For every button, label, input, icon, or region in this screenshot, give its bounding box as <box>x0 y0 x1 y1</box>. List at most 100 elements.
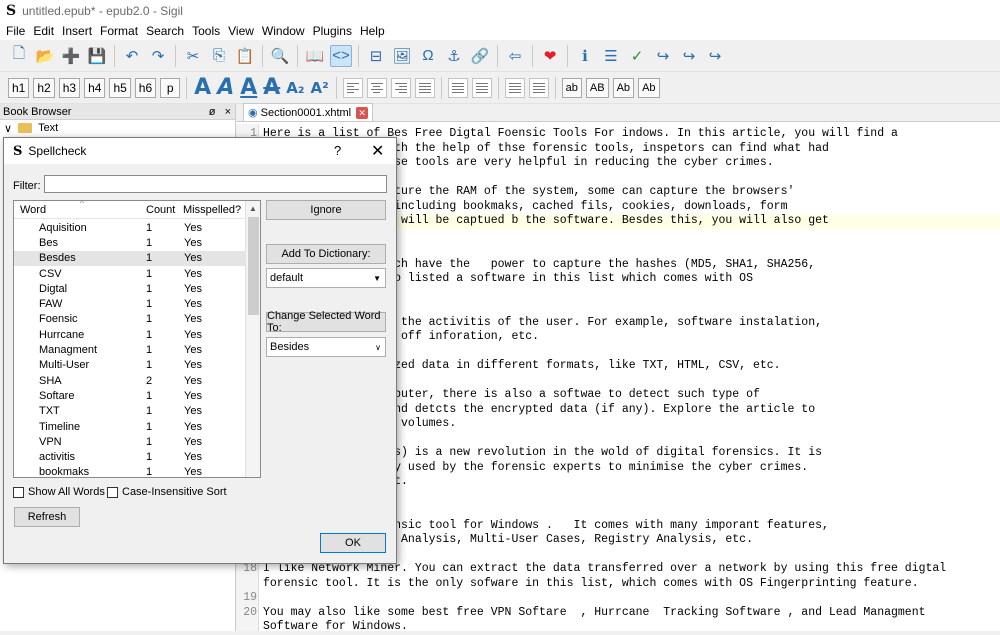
plugin-run-icon-3[interactable]: ↪ <box>704 45 726 67</box>
ignore-button[interactable]: Ignore <box>266 200 386 220</box>
menu-plugins[interactable]: Plugins <box>313 24 352 38</box>
toc-icon[interactable]: ☰ <box>600 45 622 67</box>
word-list-row[interactable]: CSV 1 Yes <box>14 266 246 281</box>
undo-icon[interactable]: ↶ <box>121 45 143 67</box>
insert-special-char-icon[interactable]: Ω <box>417 45 439 67</box>
checkbox-box[interactable] <box>107 486 118 498</box>
column-word[interactable]: Word <box>20 204 46 216</box>
close-tab-icon[interactable]: ✕ <box>356 106 369 119</box>
subscript-icon[interactable]: A₂ <box>286 79 304 97</box>
code-line[interactable]: 20 You may also like some best free VPN S… <box>237 606 1000 621</box>
word-list-row[interactable]: Bes 1 Yes <box>14 235 246 250</box>
change-word-button[interactable]: Change Selected Word To: <box>266 310 386 334</box>
align-justify-icon[interactable] <box>414 77 435 98</box>
word-list-row[interactable]: activitis 1 Yes <box>14 450 246 465</box>
word-list-table[interactable]: Word ^ Count Misspelled? ▲ Aquisition 1 Ye… <box>13 200 261 478</box>
show-all-words-checkbox[interactable]: Show All Words <box>13 486 105 498</box>
heading-h4-button[interactable]: h4 <box>84 77 106 98</box>
menu-file[interactable]: File <box>6 24 25 38</box>
word-list-row[interactable]: FAW 1 Yes <box>14 297 246 312</box>
scroll-thumb[interactable] <box>248 217 259 315</box>
close-panel-icon[interactable]: × <box>225 106 231 118</box>
word-list-row[interactable]: Multi-User 1 Yes <box>14 358 246 373</box>
word-list-row[interactable]: Aquisition 1 Yes <box>14 220 246 235</box>
open-folder-icon[interactable]: 📂 <box>34 45 56 67</box>
column-misspelled[interactable]: Misspelled? <box>183 204 241 216</box>
insert-link-icon[interactable]: 🔗 <box>469 45 491 67</box>
titlecase-button[interactable]: Ab <box>612 77 635 98</box>
menu-tools[interactable]: Tools <box>192 24 220 38</box>
add-to-dictionary-button[interactable]: Add To Dictionary: <box>266 244 386 264</box>
code-line[interactable]: 18 I like Network Miner. You can extract … <box>237 562 1000 577</box>
menu-help[interactable]: Help <box>360 24 385 38</box>
back-icon[interactable]: ⇦ <box>504 45 526 67</box>
word-list-row[interactable]: bookmaks 1 Yes <box>14 465 246 477</box>
word-list-row[interactable]: Timeline 1 Yes <box>14 419 246 434</box>
menu-window[interactable]: Window <box>262 24 305 38</box>
lowercase-button[interactable]: ab <box>561 77 582 98</box>
italic-icon[interactable]: A <box>217 75 234 100</box>
word-list-row[interactable]: Softare 1 Yes <box>14 388 246 403</box>
plugin-run-icon-2[interactable]: ↪ <box>678 45 700 67</box>
heading-h5-button[interactable]: h5 <box>109 77 131 98</box>
help-icon[interactable]: ? <box>334 143 341 158</box>
underline-icon[interactable]: A <box>240 75 257 100</box>
scroll-up-icon[interactable]: ▲ <box>249 204 257 213</box>
code-line[interactable]: forensic tool. It is the only sofware in… <box>237 577 1000 592</box>
tree-item-text-folder[interactable]: ∨ Text <box>0 120 235 136</box>
metadata-icon[interactable]: ℹ <box>574 45 596 67</box>
increase-indent-icon[interactable] <box>528 77 549 98</box>
split-icon[interactable]: ⊟ <box>365 45 387 67</box>
align-right-icon[interactable] <box>390 77 411 98</box>
donate-heart-icon[interactable]: ❤ <box>539 45 561 67</box>
add-file-icon[interactable]: ➕ <box>60 45 82 67</box>
word-list-row[interactable]: Besdes 1 Yes <box>14 250 246 266</box>
tab-section0001[interactable]: ◉ Section0001.xhtml ✕ <box>243 103 374 121</box>
sentencecase-button[interactable]: Ab <box>638 77 660 98</box>
word-list-row[interactable]: VPN 1 Yes <box>14 434 246 449</box>
bullet-list-icon[interactable] <box>447 77 468 98</box>
word-list-row[interactable]: Digtal 1 Yes <box>14 281 246 296</box>
numbered-list-icon[interactable] <box>471 77 492 98</box>
save-icon[interactable]: 💾 <box>86 45 108 67</box>
dictionary-select[interactable]: default ▼ <box>266 268 386 288</box>
align-center-icon[interactable] <box>366 77 387 98</box>
plugin-run-icon-1[interactable]: ↪ <box>652 45 674 67</box>
code-view-icon[interactable]: <> <box>330 44 352 67</box>
heading-h6-button[interactable]: h6 <box>134 77 157 98</box>
menu-format[interactable]: Format <box>100 24 138 38</box>
heading-h1-button[interactable]: h1 <box>8 77 30 98</box>
paste-icon[interactable]: 📋 <box>234 45 256 67</box>
book-view-icon[interactable]: 📖 <box>304 45 326 67</box>
superscript-icon[interactable]: A² <box>310 79 328 97</box>
column-count[interactable]: Count <box>146 204 175 216</box>
word-list-scrollbar[interactable]: ▲ <box>245 201 260 477</box>
bold-icon[interactable]: A <box>194 75 211 100</box>
suggestion-select[interactable]: Besides ∨ <box>266 337 386 357</box>
insert-anchor-icon[interactable]: ⚓ <box>443 45 465 67</box>
spellcheck-icon[interactable]: ✓ <box>626 45 648 67</box>
insert-image-icon[interactable]: 🖼 <box>391 45 413 67</box>
word-list-row[interactable]: Hurrcane 1 Yes <box>14 327 246 342</box>
heading-h3-button[interactable]: h3 <box>58 77 81 98</box>
paragraph-button[interactable]: p <box>160 77 181 98</box>
menu-insert[interactable]: Insert <box>62 24 92 38</box>
menu-edit[interactable]: Edit <box>33 24 54 38</box>
menu-view[interactable]: View <box>228 24 254 38</box>
align-left-icon[interactable] <box>342 77 363 98</box>
word-list-row[interactable]: SHA 2 Yes <box>14 373 246 388</box>
heading-h2-button[interactable]: h2 <box>33 77 55 98</box>
filter-input[interactable] <box>44 175 387 193</box>
find-icon[interactable]: 🔍 <box>269 45 291 67</box>
float-panel-icon[interactable]: ø <box>209 106 216 118</box>
word-list-row[interactable]: Foensic 1 Yes <box>14 312 246 327</box>
refresh-button[interactable]: Refresh <box>14 507 80 527</box>
code-line[interactable]: 19 <box>237 591 1000 606</box>
ok-button[interactable]: OK <box>320 533 386 553</box>
cut-icon[interactable]: ✂ <box>182 45 204 67</box>
word-list-row[interactable]: Managment 1 Yes <box>14 342 246 357</box>
redo-icon[interactable]: ↷ <box>147 45 169 67</box>
chevron-down-icon[interactable]: ∨ <box>4 122 12 135</box>
menu-search[interactable]: Search <box>146 24 184 38</box>
word-list-row[interactable]: TXT 1 Yes <box>14 404 246 419</box>
